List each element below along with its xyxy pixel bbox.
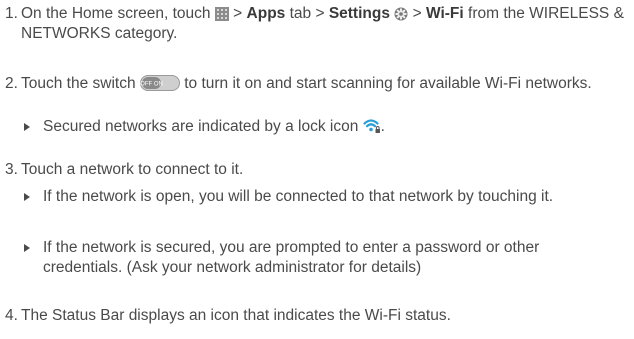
svg-text:OFF ON: OFF ON — [140, 82, 163, 88]
wifi-instructions: 1. On the Home screen, touch > Apps tab … — [0, 0, 634, 339]
bullet-arrow-icon — [24, 193, 30, 201]
settings-gear-icon — [394, 7, 408, 21]
wifi-toggle-switch-icon: OFF ON — [139, 75, 180, 91]
step-text: Touch a network to connect to it. — [21, 161, 244, 178]
step-number: 2. — [5, 75, 18, 92]
bullet-arrow-icon — [24, 244, 30, 252]
step-text: On the Home screen, touch > Apps tab > S… — [21, 5, 624, 42]
step-text: Touch the switch OFF ON to turn it on an… — [21, 75, 592, 92]
bullet-arrow-icon — [24, 123, 30, 131]
step-text: The Status Bar displays an icon that ind… — [21, 307, 451, 324]
step-number: 3. — [5, 161, 18, 178]
apps-grid-icon — [214, 7, 229, 21]
step-number: 4. — [5, 307, 18, 324]
wifi-lock-icon — [363, 118, 381, 134]
step-number: 1. — [5, 5, 18, 22]
